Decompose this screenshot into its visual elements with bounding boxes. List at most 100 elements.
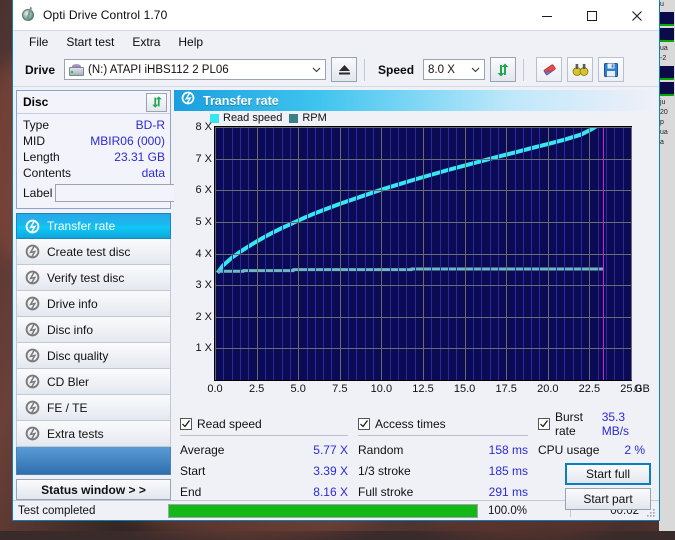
sidebar-item-drive-info[interactable]: Drive info xyxy=(16,291,171,317)
chart-y-tick-label: 5 X xyxy=(195,215,212,228)
binoculars-button[interactable] xyxy=(567,57,594,82)
eject-button[interactable] xyxy=(331,57,358,82)
menu-item-extra[interactable]: Extra xyxy=(123,33,169,51)
minimize-icon[interactable] xyxy=(524,0,569,31)
disc-row-length-key: Length xyxy=(23,150,60,164)
chevron-down-icon xyxy=(308,67,325,73)
sidebar-item-cd-bler[interactable]: CD Bler xyxy=(16,369,171,395)
disc-test-icon xyxy=(25,374,40,389)
sidebar-item-label: Extra tests xyxy=(47,426,104,441)
toolbar-separator-2 xyxy=(523,58,525,81)
close-icon[interactable] xyxy=(614,0,659,31)
chart-gridline-y xyxy=(215,348,631,350)
sidebar-item-verify-test-disc[interactable]: Verify test disc xyxy=(16,265,171,291)
disc-row-length-value: 23.31 GB xyxy=(114,150,165,164)
burst-rate-header: Burst rate 35.3 MB/s xyxy=(538,410,653,438)
disc-row-type-value: BD-R xyxy=(135,118,165,132)
background-window-sliver: u ua -2 ju 20 p ua a xyxy=(659,0,675,531)
sidebar-item-extra-tests[interactable]: Extra tests xyxy=(16,421,171,447)
chart-gridline-y xyxy=(215,253,631,255)
chart-gridline-y xyxy=(215,190,631,192)
drive-icon xyxy=(69,63,85,76)
access-times-checkbox[interactable] xyxy=(358,418,370,430)
toolbar-separator-1 xyxy=(364,58,366,81)
title-bar[interactable]: Opti Drive Control 1.70 xyxy=(13,0,659,31)
disc-row-contents: Contents data xyxy=(23,165,165,181)
chart-y-tick-label: 6 X xyxy=(195,184,212,197)
read-speed-checkbox[interactable] xyxy=(180,418,192,430)
refresh-speed-button[interactable] xyxy=(490,57,517,82)
legend-swatch-rpm xyxy=(289,113,299,123)
sidebar-item-label: Create test disc xyxy=(47,244,131,259)
menu-item-file[interactable]: File xyxy=(20,33,57,51)
save-button[interactable] xyxy=(598,57,625,82)
disc-row-mid-value: MBIR06 (000) xyxy=(90,134,165,148)
stat-key: 1/3 stroke xyxy=(358,463,411,478)
window-controls xyxy=(524,0,659,31)
stat-key: Start xyxy=(180,463,206,478)
stat-value: 158 ms xyxy=(488,442,528,457)
speed-select[interactable]: 8.0 X xyxy=(423,59,486,80)
stat-key: Full stroke xyxy=(358,484,414,499)
disc-row-mid: MID MBIR06 (000) xyxy=(23,133,165,149)
chart-x-tick-label: 20.0 xyxy=(537,383,559,395)
window-title: Opti Drive Control 1.70 xyxy=(43,8,168,22)
window-body: Disc Type BD-R MID MBIR06 (000) Length 2… xyxy=(13,87,659,510)
chart-x-tick-label: 5.0 xyxy=(290,383,306,395)
speed-label: Speed xyxy=(378,62,415,77)
chart-gridline-major-x xyxy=(631,127,632,380)
maximize-icon[interactable] xyxy=(569,0,614,31)
disc-panel-title: Disc xyxy=(23,95,49,109)
stat-row-cpu-usage: CPU usage 2 % xyxy=(538,439,653,460)
resize-grip-icon[interactable] xyxy=(645,507,656,518)
menu-bar: File Start test Extra Help xyxy=(13,31,659,53)
start-full-button[interactable]: Start full xyxy=(565,463,651,485)
app-disc-drive-icon xyxy=(21,7,37,23)
status-window-button[interactable]: Status window > > xyxy=(16,479,171,500)
chart-series-rpm xyxy=(217,269,602,271)
disc-panel-header: Disc xyxy=(17,91,170,114)
transfer-rate-chart: Read speed RPM 1 X 2 X 3 X 4 X 5 X 6 X 7 X 8 X 0… xyxy=(174,111,656,411)
chart-gridline-y xyxy=(215,285,631,287)
stat-value: 5.77 X xyxy=(313,442,348,457)
disc-info-rows: Type BD-R MID MBIR06 (000) Length 23.31 … xyxy=(17,114,259,208)
menu-item-help[interactable]: Help xyxy=(169,33,212,51)
sidebar-item-disc-quality[interactable]: Disc quality xyxy=(16,343,171,369)
panel-header: Transfer rate xyxy=(174,90,656,111)
start-buttons-group: Start full Start part xyxy=(538,460,653,510)
menu-item-start-test[interactable]: Start test xyxy=(57,33,123,51)
chart-plot-area: 1 X 2 X 3 X 4 X 5 X 6 X 7 X 8 X 0.0 2.5 5.0 7.5 10.0… xyxy=(195,121,649,395)
sidebar: Disc Type BD-R MID MBIR06 (000) Length 2… xyxy=(13,87,259,500)
disc-test-icon xyxy=(25,296,40,311)
chart-x-tick-label: 17.5 xyxy=(495,383,517,395)
stat-row-full-stroke: Full stroke 291 ms xyxy=(358,481,538,502)
sidebar-item-fe-te[interactable]: FE / TE xyxy=(16,395,171,421)
eraser-button[interactable] xyxy=(536,57,563,82)
drive-select[interactable]: (N:) ATAPI iHBS112 2 PL06 xyxy=(64,59,327,80)
sidebar-item-disc-info[interactable]: Disc info xyxy=(16,317,171,343)
drive-label: Drive xyxy=(25,62,56,77)
divider xyxy=(358,435,528,436)
stat-row-average: Average 5.77 X xyxy=(180,439,358,460)
sidebar-item-transfer-rate[interactable]: Transfer rate xyxy=(16,213,171,239)
chart-legend: Read speed RPM xyxy=(210,112,327,124)
start-part-button[interactable]: Start part xyxy=(565,488,651,510)
disc-row-length: Length 23.31 GB xyxy=(23,149,165,165)
chart-x-tick-label: 22.5 xyxy=(578,383,601,395)
stat-row-end: End 8.16 X xyxy=(180,481,358,502)
stats-column-burst-rate: Burst rate 35.3 MB/s CPU usage 2 % Start… xyxy=(538,410,653,510)
disc-label-key: Label xyxy=(23,186,53,200)
content-area: Transfer rate Read speed RPM 1 X 2 X 3 X 4 … xyxy=(171,87,659,510)
chart-gridline-y xyxy=(215,127,631,128)
sidebar-item-label: CD Bler xyxy=(47,374,90,389)
sidebar-item-label: Transfer rate xyxy=(47,219,116,233)
chart-x-tick-label: 15.0 xyxy=(453,383,476,395)
sidebar-item-create-test-disc[interactable]: Create test disc xyxy=(16,239,171,265)
disc-refresh-button[interactable] xyxy=(146,92,167,112)
stat-row-start: Start 3.39 X xyxy=(180,460,358,481)
disc-test-icon xyxy=(25,426,40,441)
disc-test-icon xyxy=(25,322,40,337)
burst-rate-checkbox[interactable] xyxy=(538,418,550,430)
disc-test-icon xyxy=(25,244,40,259)
disc-test-icon xyxy=(25,270,40,285)
